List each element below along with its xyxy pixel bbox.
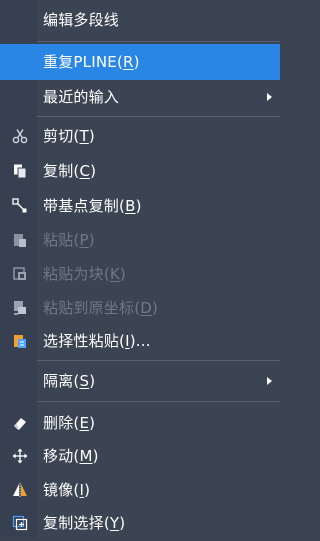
menu-item-isolate[interactable]: 隔离(S) <box>0 363 280 399</box>
menu-item-label: 重复PLINE(R) <box>43 53 140 71</box>
menu-item-label: 选择性粘贴(I)... <box>43 332 151 350</box>
menu-separator <box>37 41 280 42</box>
paste-as-block-icon <box>12 266 28 282</box>
copy-selection-icon <box>12 515 28 531</box>
menu-item-repeat-pline[interactable]: 重复PLINE(R) <box>0 44 280 80</box>
menu-item-label: 复制(C) <box>43 162 97 180</box>
menu-item-mirror[interactable]: 镜像(I) <box>0 472 280 508</box>
menu-item-edit-polyline[interactable]: 编辑多段线 <box>0 2 280 38</box>
mirror-icon <box>12 482 28 498</box>
menu-separator <box>37 360 280 361</box>
menu-item-label: 带基点复制(B) <box>43 197 142 215</box>
move-icon <box>12 448 28 464</box>
menu-item-label: 隔离(S) <box>43 372 96 390</box>
menu-item-copy-selection[interactable]: 复制选择(Y) <box>0 505 280 541</box>
menu-item-label: 最近的输入 <box>43 88 120 106</box>
paste-icon <box>12 232 28 248</box>
menu-item-move[interactable]: 移动(M) <box>0 438 280 474</box>
menu-item-cut[interactable]: 剪切(T) <box>0 118 280 154</box>
menu-separator <box>37 401 280 402</box>
copy-icon <box>12 163 28 179</box>
menu-item-erase[interactable]: 删除(E) <box>0 405 280 441</box>
menu-item-copy[interactable]: 复制(C) <box>0 153 280 189</box>
menu-item-label: 删除(E) <box>43 414 96 432</box>
menu-item-recent-input[interactable]: 最近的输入 <box>0 79 280 115</box>
menu-item-copy-with-base-point[interactable]: 带基点复制(B) <box>0 188 280 224</box>
submenu-arrow-icon <box>267 377 272 385</box>
menu-item-paste-as-block[interactable]: 粘贴为块(K) <box>0 256 280 292</box>
menu-item-label: 粘贴为块(K) <box>43 265 126 283</box>
context-menu: 编辑多段线 重复PLINE(R) 最近的输入 剪切(T) 复制(C) 带基点复制… <box>0 0 280 537</box>
menu-separator <box>37 116 280 117</box>
menu-item-label: 剪切(T) <box>43 127 95 145</box>
menu-item-label: 粘贴(P) <box>43 231 95 249</box>
menu-item-paste-to-original-coords[interactable]: 粘贴到原坐标(D) <box>0 290 280 326</box>
menu-item-label: 复制选择(Y) <box>43 514 126 532</box>
menu-item-label: 粘贴到原坐标(D) <box>43 299 159 317</box>
copy-with-base-point-icon <box>12 198 28 214</box>
menu-item-paste[interactable]: 粘贴(P) <box>0 222 280 258</box>
submenu-arrow-icon <box>267 93 272 101</box>
eraser-icon <box>12 415 28 431</box>
menu-item-label: 镜像(I) <box>43 481 91 499</box>
menu-item-label: 编辑多段线 <box>43 11 120 29</box>
paste-original-coords-icon <box>12 300 28 316</box>
scissors-icon <box>12 128 28 144</box>
paste-special-icon <box>12 333 28 349</box>
menu-item-paste-special[interactable]: 选择性粘贴(I)... <box>0 323 280 359</box>
menu-item-label: 移动(M) <box>43 447 99 465</box>
